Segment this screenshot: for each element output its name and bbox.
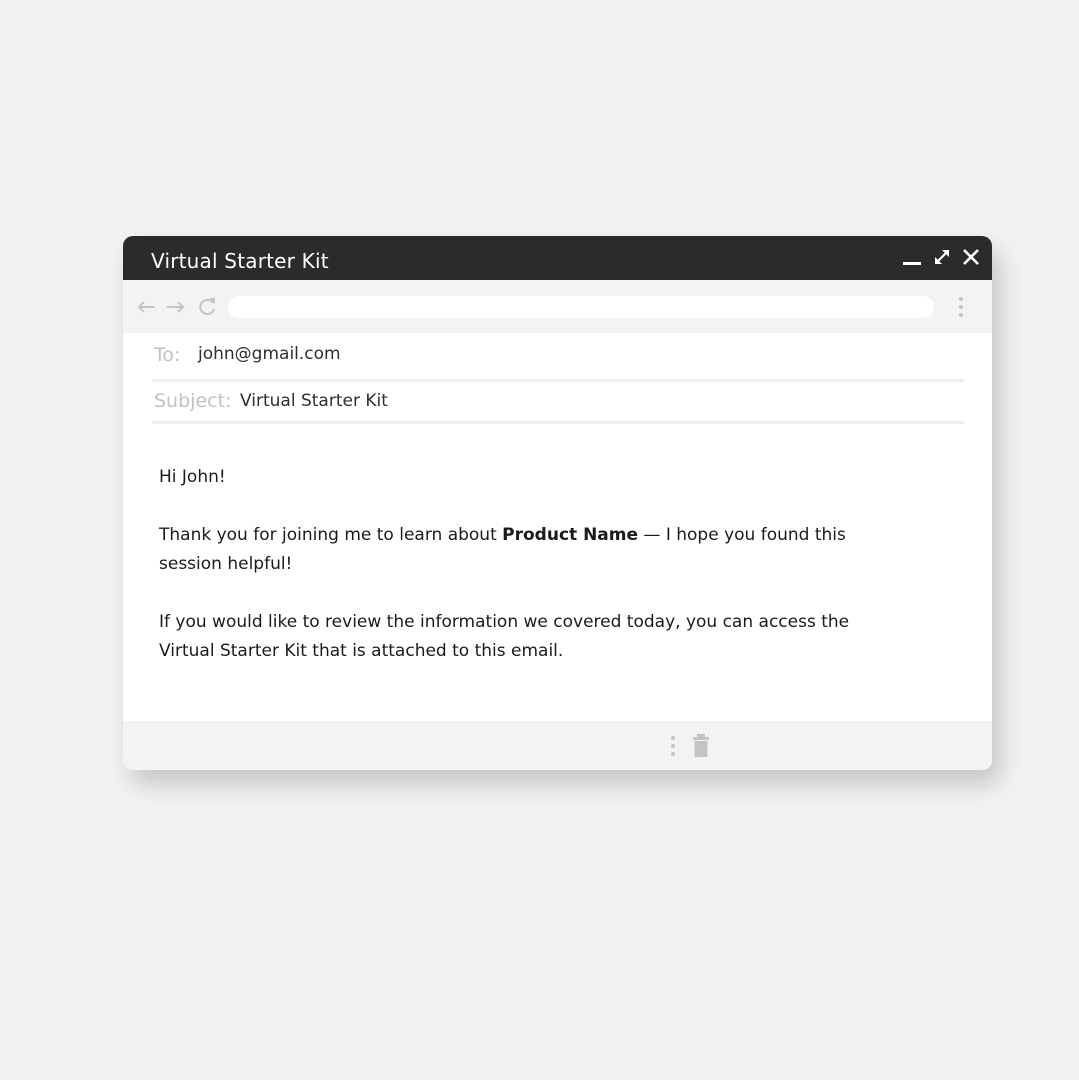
window-title: Virtual Starter Kit — [151, 249, 329, 273]
email-compose-window: Virtual Starter Kit To: john@gmail.com S… — [123, 236, 992, 770]
subject-value[interactable]: Virtual Starter Kit — [240, 391, 388, 411]
subject-field[interactable]: Subject: Virtual Starter Kit — [152, 379, 964, 424]
more-vertical-icon[interactable] — [665, 733, 681, 759]
compose-footer — [123, 721, 992, 770]
reload-icon[interactable] — [196, 296, 218, 318]
to-label: To: — [154, 344, 181, 366]
back-arrow-icon[interactable] — [136, 296, 158, 318]
forward-arrow-icon[interactable] — [164, 296, 186, 318]
paragraph-thanks: Thank you for joining me to learn about … — [159, 521, 859, 579]
more-vertical-icon[interactable] — [953, 294, 969, 320]
address-bar[interactable] — [228, 296, 934, 318]
minimize-icon[interactable] — [901, 246, 923, 268]
message-body[interactable]: Hi John! Thank you for joining me to lea… — [159, 463, 859, 695]
trash-icon[interactable] — [691, 733, 711, 759]
product-name: Product Name — [502, 525, 639, 545]
paragraph-thanks-start: Thank you for joining me to learn about — [159, 525, 503, 545]
paragraph-kit: If you would like to review the informat… — [159, 612, 850, 661]
to-value[interactable]: john@gmail.com — [198, 344, 341, 364]
to-field[interactable]: To: john@gmail.com — [152, 333, 964, 382]
greeting: Hi John! — [159, 467, 226, 487]
browser-toolbar — [123, 280, 992, 333]
expand-icon[interactable] — [931, 246, 953, 268]
title-bar: Virtual Starter Kit — [123, 236, 992, 280]
subject-label: Subject: — [154, 390, 232, 412]
close-icon[interactable] — [960, 246, 982, 268]
